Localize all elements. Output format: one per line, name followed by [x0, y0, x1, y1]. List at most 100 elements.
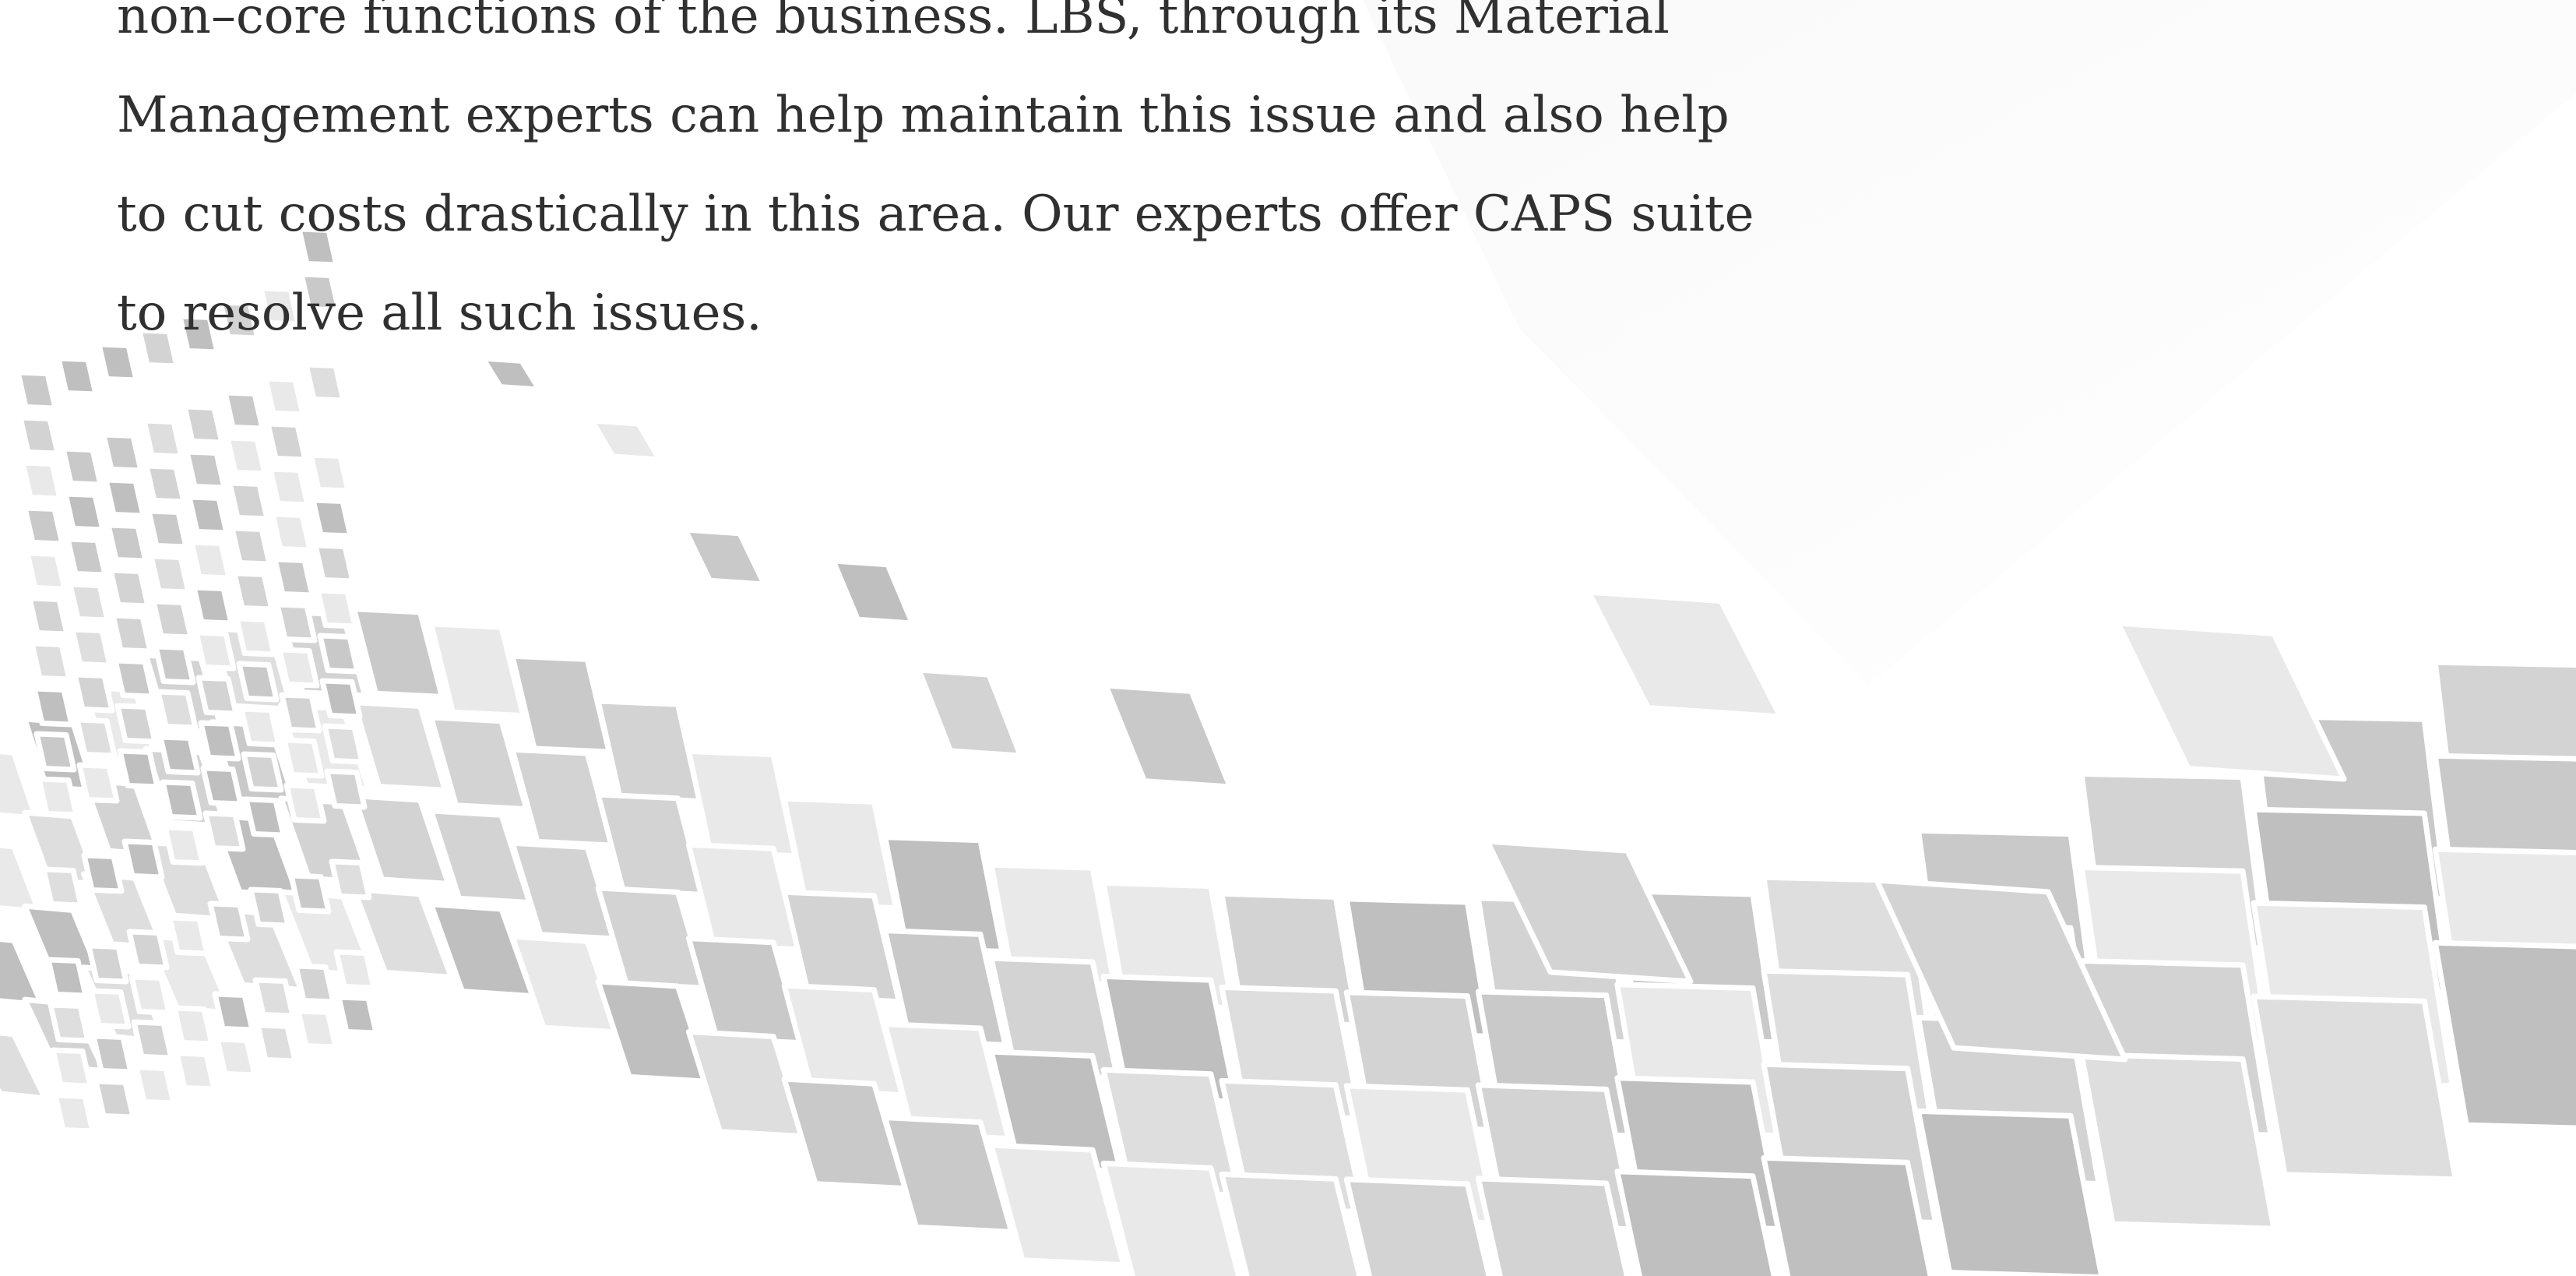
mosaic-tile [93, 1078, 136, 1120]
mosaic-tile [171, 1005, 215, 1047]
mosaic-tile [143, 463, 187, 505]
mosaic-tile [248, 887, 291, 929]
mosaic-tile [65, 536, 108, 578]
mosaic-tile [60, 446, 104, 488]
mosaic-tile [308, 452, 351, 494]
mosaic-tile [0, 842, 42, 915]
mosaic-tile [50, 1047, 93, 1089]
mosaic-tile [315, 587, 358, 629]
mosaic-tile [288, 872, 332, 915]
paragraph-line: to resolve all such issues. [117, 284, 762, 342]
mosaic-tile [303, 361, 347, 404]
mosaic-tile [107, 567, 151, 609]
mosaic-tile [682, 527, 767, 587]
mosaic-tile [229, 525, 273, 567]
mosaic-tile [480, 355, 542, 393]
mosaic-tile [312, 542, 356, 584]
mosaic-tile [150, 598, 194, 640]
mosaic-tile [2432, 939, 2576, 1131]
mosaic-tile [589, 418, 663, 463]
mosaic-tile [174, 1050, 217, 1092]
mosaic-tile [1103, 682, 1233, 790]
mosaic-tile [234, 615, 277, 657]
mosaic-tile [126, 929, 170, 971]
mosaic-tile [121, 838, 165, 880]
mosaic-tile [333, 949, 377, 991]
mosaic-tile [685, 748, 798, 859]
mosaic-tile [29, 640, 72, 682]
mosaic-tile [146, 508, 189, 550]
mosaic-tile [830, 558, 915, 626]
mosaic-tile [105, 522, 149, 564]
mosaic-tile [231, 570, 275, 612]
mosaic-tile [295, 1008, 339, 1050]
mosaic-tile [252, 977, 296, 1019]
body-paragraph: non–core functions of the business. LBS,… [117, 0, 1754, 363]
mosaic-tile [181, 404, 225, 446]
mosaic-tile [509, 653, 612, 755]
mosaic-tile [329, 858, 372, 901]
mosaic-tile [351, 606, 445, 700]
mosaic-tile [279, 692, 322, 734]
mosaic-tile [155, 689, 199, 731]
mosaic-tile [236, 661, 280, 703]
mosaic-tile [0, 936, 45, 1008]
mosaic-tile [336, 994, 379, 1036]
mosaic-tile [212, 991, 255, 1033]
mosaic-tile [24, 550, 68, 592]
mosaic-tile [1761, 1154, 1934, 1276]
mosaic-tile [31, 686, 75, 728]
mosaic-tile [148, 553, 192, 595]
mosaic-tile [117, 748, 160, 790]
mosaic-tile [191, 584, 234, 626]
mosaic-tile [224, 435, 268, 477]
mosaic-tile [0, 749, 39, 821]
mosaic-tile [19, 460, 63, 502]
mosaic-tile [238, 706, 282, 748]
mosaic-tile [72, 671, 115, 714]
mosaic-tile [67, 581, 111, 623]
mosaic-tile [69, 626, 113, 668]
mosaic-tile [916, 667, 1023, 759]
mosaic-tile [1585, 589, 1783, 720]
mosaic-tile [153, 643, 196, 686]
mosaic-tile [255, 1022, 298, 1064]
mosaic-tile [114, 703, 158, 745]
mosaic-tile [162, 824, 206, 866]
mosaic-tile [276, 647, 320, 689]
mosaic-tile [428, 621, 526, 719]
mosaic-tile [55, 355, 99, 397]
mosaic-tile [595, 698, 702, 804]
mosaic-tile [317, 633, 361, 675]
mosaic-tile [243, 796, 287, 838]
mosaic-tile [167, 915, 210, 957]
mosaic-tile [131, 1019, 174, 1061]
mosaic-tile [265, 421, 308, 463]
mosaic-tile [269, 511, 313, 553]
mosaic-tile [33, 731, 77, 773]
mosaic-tile [222, 389, 266, 432]
mosaic-tile [1916, 1108, 2105, 1276]
mosaic-tile [22, 505, 65, 547]
mosaic-tile [26, 595, 70, 637]
mosaic-tile [200, 765, 244, 807]
paragraph-line: Management experts can help maintain thi… [117, 86, 1730, 144]
mosaic-tile [52, 1092, 96, 1134]
mosaic-tile [188, 539, 232, 581]
mosaic-tile [45, 957, 89, 999]
mosaic-tile [193, 629, 237, 671]
mosaic-tile [110, 612, 153, 654]
mosaic-tile [186, 494, 230, 536]
mosaic-tile [112, 657, 156, 700]
mosaic-tile [272, 556, 315, 598]
mosaic-tile [685, 841, 801, 953]
mosaic-tile [62, 491, 106, 533]
mosaic-tile [310, 497, 354, 539]
mosaic-tile [74, 717, 118, 759]
mosaic-tile [184, 449, 227, 491]
mosaic-tile [100, 432, 144, 474]
mosaic-tile [198, 720, 241, 762]
mosaic-tile [2078, 1051, 2277, 1232]
mosaic-tile [262, 375, 306, 418]
mosaic-tile [322, 723, 365, 765]
